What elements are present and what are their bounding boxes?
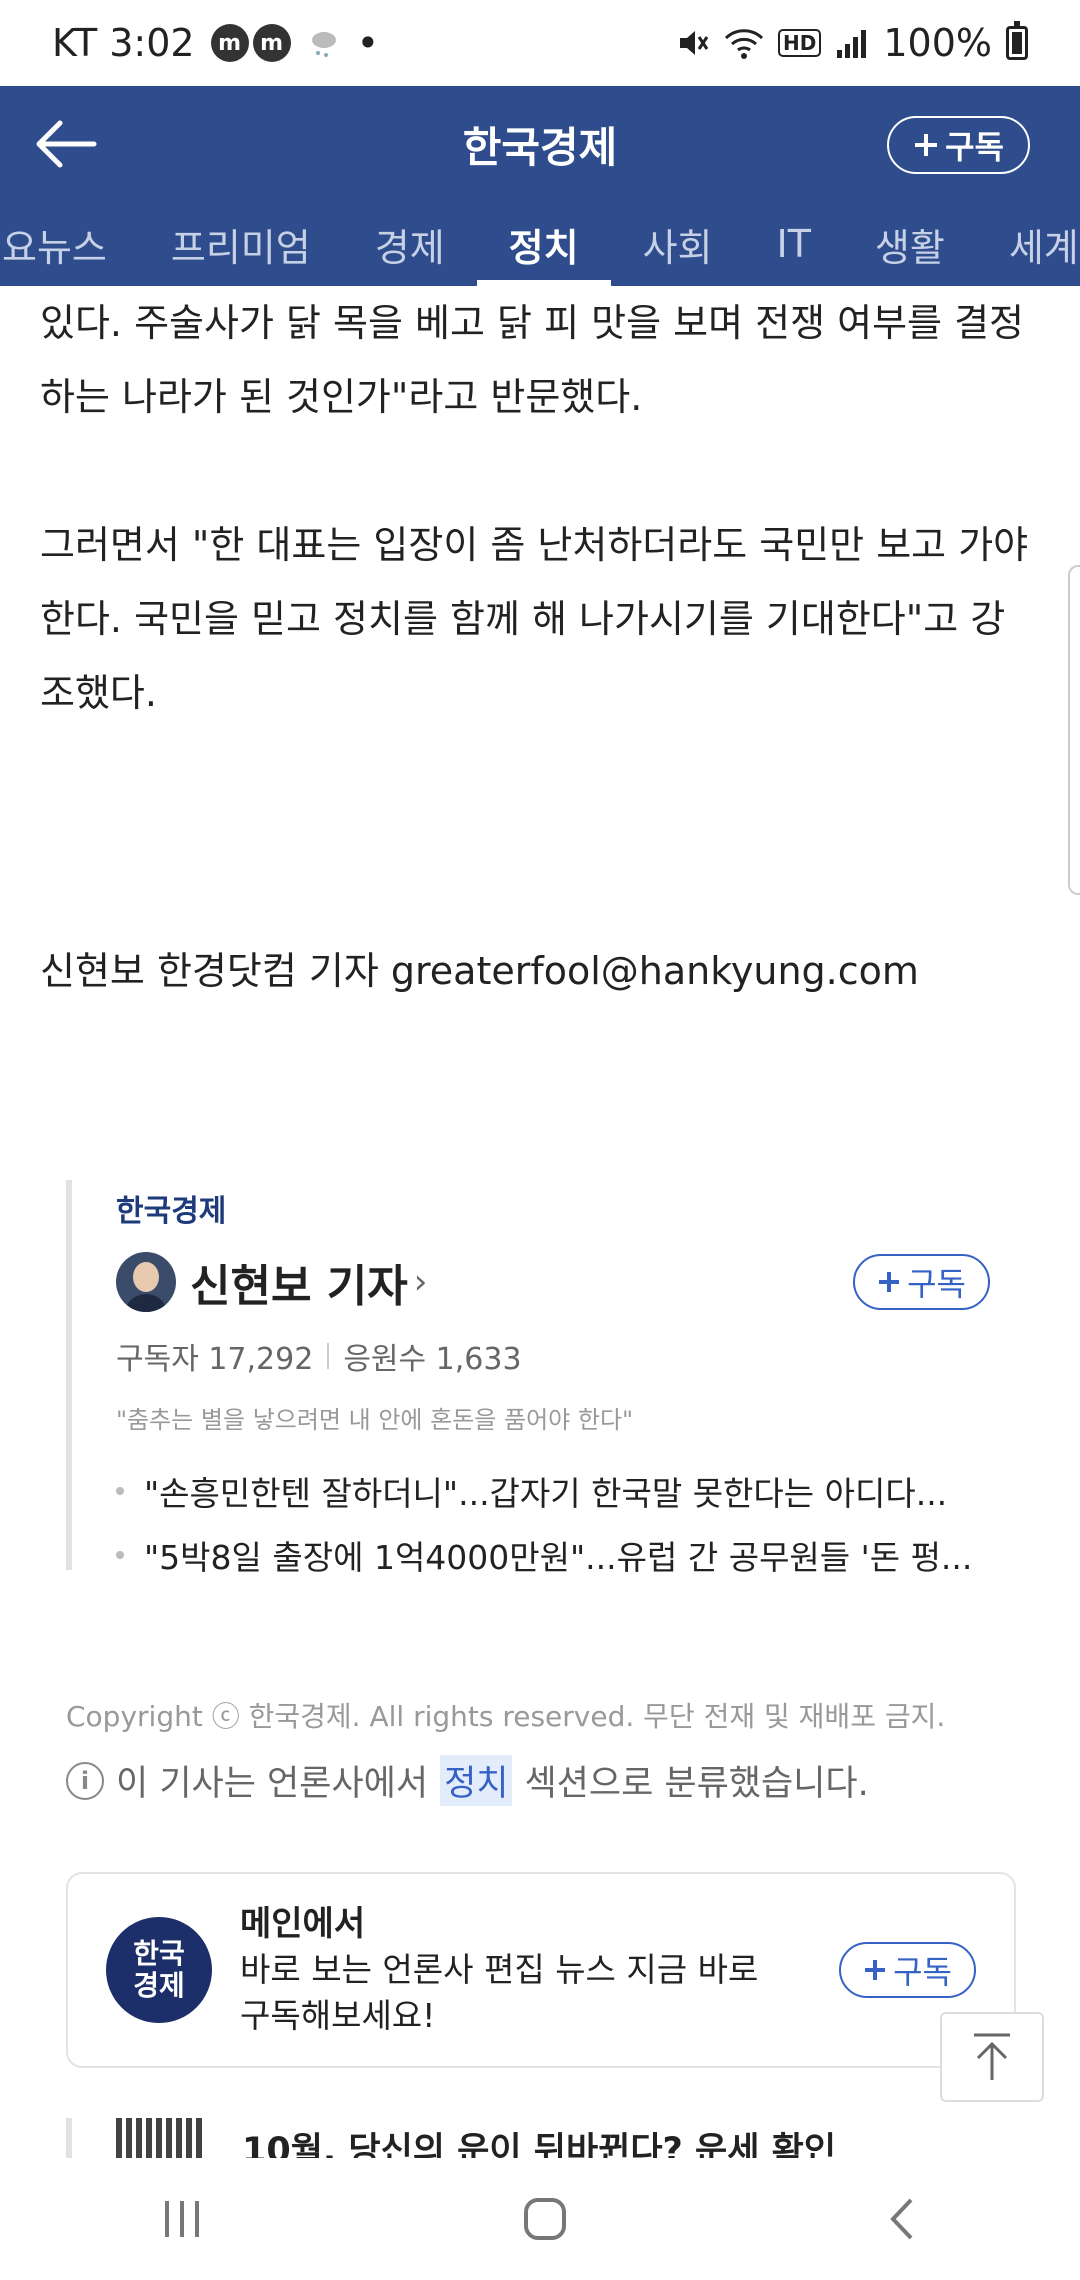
recent-apps-icon[interactable]: [157, 2197, 207, 2241]
promo-line: 구독해보세요!: [240, 1996, 436, 2035]
chevron-right-icon[interactable]: ›: [414, 1262, 428, 1302]
dot-icon: •: [356, 21, 380, 65]
promo-line: 바로 보는 언론사 편집 뉴스 지금 바로: [240, 1950, 759, 1989]
reporter-brand[interactable]: 한국경제: [116, 1186, 1016, 1230]
next-promo-item[interactable]: 10월, 당신의 운이 뒤바뀐다? 운세 확인: [66, 2118, 1016, 2158]
subscribe-label: 구독: [907, 1265, 966, 1303]
app-header: 한국경제 구독 요뉴스 프리미엄 경제 정치 사회 IT 생활 세계: [0, 86, 1080, 286]
section-prefix: 이 기사는 언론사에서: [116, 1764, 429, 1804]
subscribe-label: 구독: [893, 1953, 952, 1991]
article-paragraph: 있다. 주술사가 닭 목을 베고 닭 피 맛을 보며 전쟁 여부를 결정하는 나…: [40, 301, 1024, 419]
m-icon: m: [210, 24, 249, 62]
logo-text: 한국: [133, 1937, 185, 1970]
tab-economy[interactable]: 경제: [343, 202, 477, 286]
reporter-card: 한국경제 신현보 기자 › 구독 구독자 17,292 응원수 1,633 "춤…: [66, 1180, 1016, 1577]
system-nav-bar: [0, 2158, 1080, 2280]
wifi-icon: [724, 29, 764, 59]
hd-icon: HD: [778, 29, 822, 57]
promo-subscribe-button[interactable]: 구독: [839, 1942, 976, 1998]
article-paragraph: 그러면서 "한 대표는 입장이 좀 난처하더라도 국민만 보고 가야 한다. 국…: [40, 523, 1029, 715]
tab-world[interactable]: 세계: [977, 202, 1080, 286]
reporter-article-list: "손흥민한텐 잘하더니"...갑자기 한국말 못한다는 아디다... "5박8일…: [116, 1459, 1016, 1587]
notification-icons: m m: [210, 24, 291, 62]
qr-code-icon: [116, 2118, 206, 2158]
section-suffix: 섹션으로 분류했습니다.: [524, 1764, 869, 1804]
section-note: i 이 기사는 언론사에서 정치 섹션으로 분류했습니다.: [66, 1755, 869, 1806]
bullet-icon: [116, 1487, 124, 1495]
info-icon: i: [66, 1761, 104, 1800]
back-nav-icon[interactable]: [883, 2194, 923, 2244]
reporter-subscribe-button[interactable]: 구독: [853, 1254, 990, 1310]
logo-text: 경제: [133, 1969, 185, 2002]
battery-icon: [1006, 21, 1028, 60]
promo-text: 메인에서 바로 보는 언론사 편집 뉴스 지금 바로 구독해보세요!: [240, 1901, 758, 2039]
divider: [327, 1343, 330, 1369]
signal-icon: [837, 30, 867, 58]
main-subscribe-promo: 한국 경제 메인에서 바로 보는 언론사 편집 뉴스 지금 바로 구독해보세요! …: [66, 1872, 1016, 2068]
article-link[interactable]: "손흥민한텐 잘하더니"...갑자기 한국말 못한다는 아디다...: [144, 1467, 947, 1515]
reporter-stats: 구독자 17,292 응원수 1,633: [116, 1334, 1016, 1378]
weather-icon: [311, 32, 336, 57]
carrier-time: KT 3:02: [52, 21, 195, 65]
m-icon: m: [252, 24, 291, 62]
press-title: 한국경제: [462, 122, 618, 172]
home-icon[interactable]: [520, 2194, 570, 2244]
subscriber-count: 구독자 17,292: [116, 1342, 314, 1377]
subscribe-button[interactable]: 구독: [887, 116, 1030, 174]
avatar[interactable]: [116, 1252, 176, 1312]
mute-icon: [680, 31, 709, 55]
plus-icon: [915, 134, 938, 156]
tab-politics[interactable]: 정치: [476, 202, 611, 286]
tab-life[interactable]: 생활: [843, 202, 977, 286]
tab-it[interactable]: IT: [745, 202, 843, 286]
back-button[interactable]: [34, 114, 104, 174]
subscribe-label: 구독: [945, 128, 1004, 166]
byline: 신현보 한경닷컴 기자 greaterfool@hankyung.com: [40, 949, 919, 993]
tab-main-news[interactable]: 요뉴스: [0, 202, 139, 286]
battery-percent: 100%: [883, 21, 992, 65]
list-item[interactable]: "손흥민한텐 잘하더니"...갑자기 한국말 못한다는 아디다...: [116, 1459, 996, 1523]
article-link[interactable]: "5박8일 출장에 1억4000만원"...유럽 간 공무원들 '돈 펑...: [144, 1531, 972, 1579]
promo-heading: 메인에서: [240, 1904, 366, 1944]
press-logo: 한국 경제: [106, 1917, 212, 2023]
copyright-text: Copyright ⓒ 한국경제. All rights reserved. 무…: [66, 1700, 946, 1733]
category-tabs: 요뉴스 프리미엄 경제 정치 사회 IT 생활 세계: [0, 202, 1080, 286]
reporter-name[interactable]: 신현보 기자: [190, 1250, 408, 1314]
section-link[interactable]: 정치: [440, 1755, 513, 1806]
arrow-up-icon: [974, 2033, 1010, 2080]
cheer-count: 응원수 1,633: [343, 1342, 522, 1377]
status-bar: KT 3:02 m m • HD 100%: [0, 0, 1080, 86]
plus-icon: [865, 1960, 886, 1980]
article-body: 있다. 주술사가 닭 목을 베고 닭 피 맛을 보며 전쟁 여부를 결정하는 나…: [40, 286, 1040, 804]
next-item-title[interactable]: 10월, 당신의 운이 뒤바뀐다? 운세 확인: [242, 2122, 836, 2158]
tab-premium[interactable]: 프리미엄: [139, 202, 343, 286]
bullet-icon: [116, 1551, 124, 1559]
arrow-left-icon: [36, 120, 97, 168]
scroll-handle[interactable]: [1068, 565, 1080, 895]
scroll-to-top-button[interactable]: [940, 2012, 1044, 2102]
plus-icon: [879, 1272, 900, 1292]
reporter-quote: "춤추는 별을 낳으려면 내 안에 혼돈을 품어야 한다": [116, 1406, 634, 1434]
tab-society[interactable]: 사회: [611, 202, 745, 286]
list-item[interactable]: "5박8일 출장에 1억4000만원"...유럽 간 공무원들 '돈 펑...: [116, 1523, 996, 1587]
